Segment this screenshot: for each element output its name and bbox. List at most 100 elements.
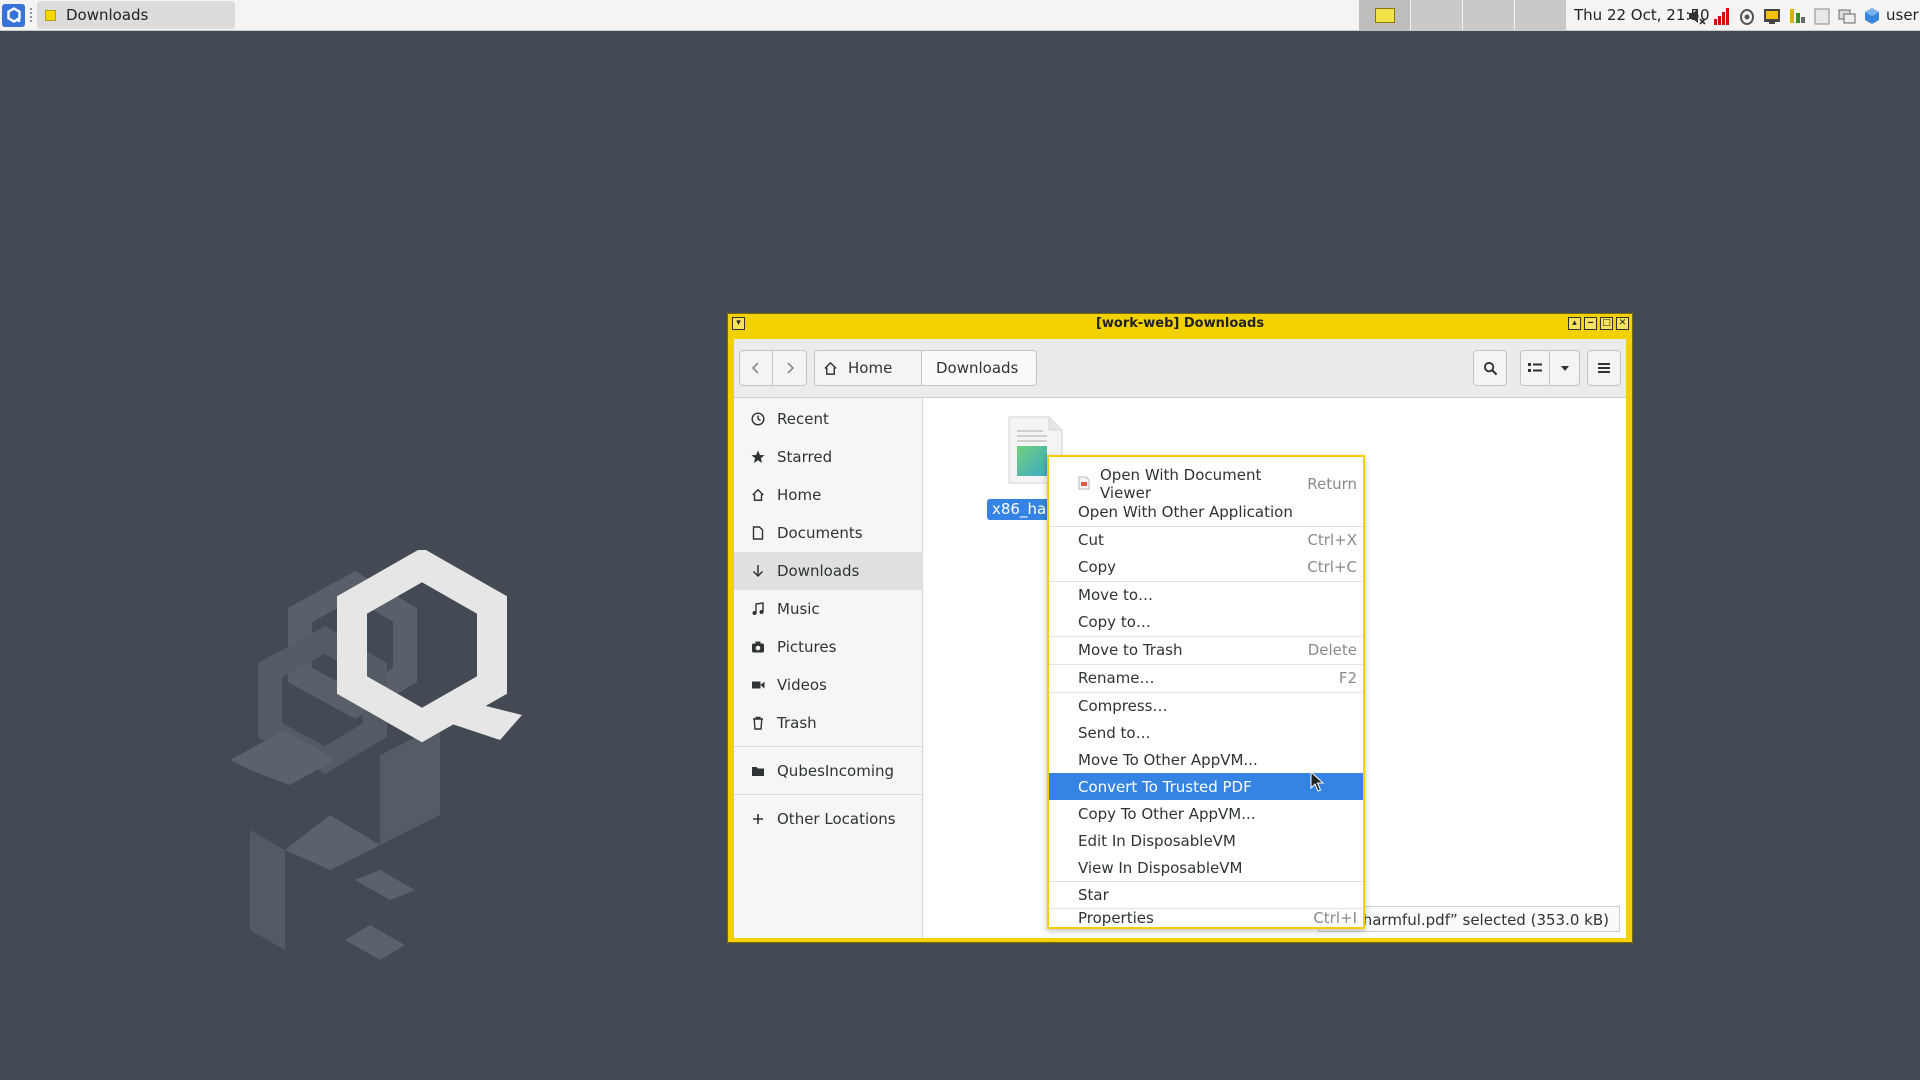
menu-item-shortcut: Ctrl+C (1307, 557, 1357, 576)
download-icon (750, 564, 765, 579)
window-minimize-button[interactable]: ‒ (1584, 317, 1597, 330)
sidebar-separator (734, 746, 923, 747)
menu-item-label: Copy to… (1078, 612, 1151, 631)
menu-item-cut[interactable]: Cut Ctrl+X (1049, 526, 1363, 553)
sidebar-item-label: QubesIncoming (777, 762, 895, 780)
header-bar: Home Downloads (734, 339, 1626, 398)
plus-icon (750, 812, 765, 827)
sidebar-item-music[interactable]: Music (734, 590, 923, 628)
menu-item-rename[interactable]: Rename… F2 (1049, 664, 1363, 691)
video-icon (750, 678, 765, 693)
menu-item-label: Send to… (1078, 723, 1151, 742)
menu-item-label: Properties (1078, 909, 1154, 927)
sidebar-item-label: Documents (777, 524, 863, 542)
mouse-pointer-icon (1310, 771, 1324, 792)
workspace-2[interactable] (1411, 0, 1462, 31)
sidebar-item-videos[interactable]: Videos (734, 666, 923, 704)
qube-cube-icon[interactable] (1862, 6, 1882, 26)
menu-item-copy-to-other-appvm[interactable]: Copy To Other AppVM... (1049, 800, 1363, 827)
menu-item-label: View In DisposableVM (1078, 858, 1243, 877)
back-button[interactable] (739, 350, 773, 386)
document-icon (750, 526, 765, 541)
path-downloads-button[interactable]: Downloads (922, 350, 1037, 386)
main-menu-button[interactable] (1587, 350, 1621, 386)
menu-item-properties[interactable]: Properties Ctrl+I (1049, 908, 1363, 928)
menu-item-label: Cut (1078, 530, 1104, 549)
sidebar-item-label: Starred (777, 448, 833, 466)
menu-item-copy-to[interactable]: Copy to… (1049, 608, 1363, 635)
sidebar-item-documents[interactable]: Documents (734, 514, 923, 552)
qubes-menu-button[interactable] (2, 3, 25, 27)
search-icon (1483, 361, 1497, 375)
sidebar-item-label: Recent (777, 410, 829, 428)
taskbar-task-downloads[interactable]: Downloads (37, 1, 235, 29)
menu-item-shortcut: Return (1307, 474, 1357, 493)
path-current-label: Downloads (936, 359, 1019, 377)
sidebar-item-recent[interactable]: Recent (734, 400, 923, 438)
workspace-3[interactable] (1463, 0, 1514, 31)
view-options-button[interactable] (1550, 350, 1580, 386)
network-signal-icon[interactable] (1712, 6, 1732, 26)
window-titlebar[interactable]: ▾ [work-web] Downloads ▴ ‒ □ ✕ (728, 314, 1632, 333)
sidebar-item-starred[interactable]: Starred (734, 438, 923, 476)
menu-item-label: Copy (1078, 557, 1117, 576)
sidebar-item-other-locations[interactable]: Other Locations (734, 800, 923, 838)
menu-item-star[interactable]: Star (1049, 881, 1363, 908)
trash-icon (750, 716, 765, 731)
menu-item-move-to[interactable]: Move to… (1049, 581, 1363, 608)
updates-icon[interactable] (1737, 6, 1757, 26)
window-color-icon (45, 9, 56, 21)
menu-item-view-in-disposablevm[interactable]: View In DisposableVM (1049, 854, 1363, 881)
path-home-button[interactable]: Home (814, 350, 922, 386)
menu-item-move-to-other-appvm[interactable]: Move To Other AppVM... (1049, 746, 1363, 773)
workspace-4[interactable] (1515, 0, 1566, 31)
system-tray (1687, 6, 1882, 26)
user-menu[interactable]: user (1886, 0, 1919, 31)
window-close-button[interactable]: ✕ (1616, 317, 1629, 330)
windows-icon[interactable] (1837, 6, 1857, 26)
sidebar-item-downloads[interactable]: Downloads (734, 552, 923, 590)
menu-item-shortcut: Ctrl+I (1313, 909, 1357, 927)
menu-item-open-with-document-viewer[interactable]: Open With Document Viewer Return (1049, 466, 1363, 502)
sidebar-item-qubesincoming[interactable]: QubesIncoming (734, 752, 923, 790)
sidebar-item-trash[interactable]: Trash (734, 704, 923, 742)
forward-button[interactable] (773, 350, 807, 386)
disk-icon[interactable] (1812, 6, 1832, 26)
menu-item-edit-in-disposablevm[interactable]: Edit In DisposableVM (1049, 827, 1363, 854)
places-sidebar: Recent Starred Home Documents Downloads … (734, 398, 923, 938)
window-shade-button[interactable]: ▴ (1568, 317, 1581, 330)
menu-item-send-to[interactable]: Send to… (1049, 719, 1363, 746)
window-maximize-button[interactable]: □ (1600, 317, 1613, 330)
menu-item-label: Open With Other Application (1078, 502, 1293, 521)
sidebar-item-label: Music (777, 600, 820, 618)
view-toggle-button[interactable] (1520, 350, 1550, 386)
file-context-menu: Open With Document Viewer Return Open Wi… (1047, 455, 1365, 929)
sidebar-item-home[interactable]: Home (734, 476, 923, 514)
sidebar-item-label: Other Locations (777, 810, 896, 828)
domains-icon[interactable] (1787, 6, 1807, 26)
devices-icon[interactable] (1762, 6, 1782, 26)
workspace-1[interactable] (1359, 0, 1410, 31)
path-bar: Home Downloads (814, 350, 1037, 386)
menu-item-label: Compress… (1078, 696, 1168, 715)
sidebar-item-pictures[interactable]: Pictures (734, 628, 923, 666)
chevron-left-icon (751, 362, 759, 374)
panel-separator (29, 7, 33, 23)
file-name-label[interactable]: x86_harmful.pdf (987, 499, 1051, 520)
menu-item-label: Move To Other AppVM... (1078, 750, 1258, 769)
chevron-down-icon (1560, 366, 1569, 371)
menu-item-label: Convert To Trusted PDF (1078, 777, 1252, 796)
document-viewer-icon (1078, 476, 1090, 490)
menu-item-compress[interactable]: Compress… (1049, 692, 1363, 719)
chevron-right-icon (786, 362, 794, 374)
menu-item-open-with-other-application[interactable]: Open With Other Application (1049, 498, 1363, 525)
path-home-label: Home (848, 359, 893, 377)
window-menu-button[interactable]: ▾ (732, 317, 745, 330)
volume-muted-icon[interactable] (1687, 6, 1707, 26)
sidebar-item-label: Downloads (777, 562, 860, 580)
menu-item-move-to-trash[interactable]: Move to Trash Delete (1049, 636, 1363, 663)
home-icon (750, 488, 765, 503)
menu-item-copy[interactable]: Copy Ctrl+C (1049, 553, 1363, 580)
menu-item-label: Move to… (1078, 585, 1154, 604)
search-button[interactable] (1473, 350, 1507, 386)
